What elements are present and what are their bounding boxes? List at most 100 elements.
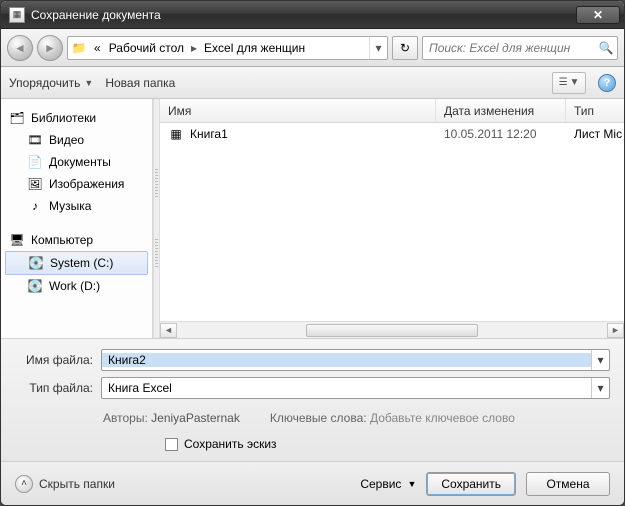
search-box[interactable]: 🔍 (422, 36, 618, 60)
sidebar-video[interactable]: 🎞 Видео (1, 129, 152, 151)
folder-icon: 📁 (68, 41, 90, 55)
back-button[interactable]: ◄ (7, 35, 33, 61)
sidebar-computer[interactable]: 🖥 Компьютер (1, 229, 152, 251)
service-label: Сервис (360, 477, 401, 491)
crumb-folder[interactable]: Excel для женщин (200, 41, 309, 55)
chevron-down-icon[interactable]: ▾ (591, 378, 609, 398)
images-icon: 🖼 (27, 176, 43, 192)
titlebar: ▦ Сохранение документа ✕ (1, 1, 624, 29)
filetype-label: Тип файла: (15, 381, 101, 395)
sidebar-label: Документы (49, 155, 111, 169)
app-icon: ▦ (9, 7, 25, 23)
keywords-value[interactable]: Добавьте ключевое слово (370, 411, 515, 425)
sidebar-label: Компьютер (31, 233, 93, 247)
sidebar-images[interactable]: 🖼 Изображения (1, 173, 152, 195)
organize-button[interactable]: Упорядочить ▼ (9, 76, 93, 90)
form-area: Имя файла: ▾ Тип файла: ▾ Авторы: Jeniya… (1, 338, 624, 461)
grip-icon (155, 239, 158, 269)
refresh-button[interactable]: ↻ (392, 36, 418, 60)
save-button[interactable]: Сохранить (426, 472, 516, 496)
view-icon: ☰ (559, 77, 568, 88)
thumbnail-checkbox[interactable] (165, 438, 178, 451)
filename-input[interactable] (102, 353, 591, 367)
thumbnail-label: Сохранить эскиз (184, 437, 277, 451)
sidebar: 🗂 Библиотеки 🎞 Видео 📄 Документы 🖼 Изобр… (1, 99, 153, 338)
computer-icon: 🖥 (9, 232, 25, 248)
toolbar: Упорядочить ▼ Новая папка ☰ ▼ ? (1, 67, 624, 99)
video-icon: 🎞 (27, 132, 43, 148)
sidebar-label: Изображения (49, 177, 124, 191)
scroll-left-button[interactable]: ◄ (160, 323, 177, 338)
chevron-down-icon[interactable]: ▾ (591, 350, 609, 370)
file-row[interactable]: ▦ Книга1 10.05.2011 12:20 Лист Mic (160, 123, 624, 145)
sidebar-label: Work (D:) (49, 279, 100, 293)
chevron-down-icon: ▼ (84, 78, 93, 88)
chevron-down-icon: ▼ (407, 479, 416, 489)
keywords-key: Ключевые слова: (270, 411, 367, 425)
scroll-right-button[interactable]: ► (607, 323, 624, 338)
col-type[interactable]: Тип (566, 99, 624, 122)
documents-icon: 📄 (27, 154, 43, 170)
filetype-combo[interactable]: ▾ (101, 377, 610, 399)
filename-label: Имя файла: (15, 353, 101, 367)
address-dropdown[interactable]: ▾ (369, 37, 387, 59)
chevron-up-icon: ˄ (15, 475, 33, 493)
file-area: Имя Дата изменения Тип ▦ Книга1 10.05.20… (160, 99, 624, 338)
search-icon: 🔍 (595, 41, 617, 55)
search-input[interactable] (423, 41, 595, 55)
grip-icon (155, 169, 158, 199)
crumb-sep-icon: ▸ (188, 41, 200, 55)
forward-button[interactable]: ► (37, 35, 63, 61)
sidebar-documents[interactable]: 📄 Документы (1, 151, 152, 173)
scroll-track[interactable] (177, 323, 607, 338)
file-date: 10.05.2011 12:20 (436, 127, 566, 141)
excel-file-icon: ▦ (168, 126, 184, 142)
close-button[interactable]: ✕ (576, 6, 620, 24)
crumb-desktop[interactable]: Рабочий стол (105, 41, 188, 55)
refresh-icon: ↻ (400, 41, 410, 55)
sidebar-label: Видео (49, 133, 84, 147)
filename-combo[interactable]: ▾ (101, 349, 610, 371)
sidebar-label: Библиотеки (31, 111, 96, 125)
horizontal-scrollbar[interactable]: ◄ ► (160, 321, 624, 338)
sidebar-systemc[interactable]: 💽 System (C:) (5, 251, 148, 275)
sidebar-workd[interactable]: 💽 Work (D:) (1, 275, 152, 297)
drive-icon: 💽 (27, 278, 43, 294)
forward-arrow-icon: ► (44, 41, 56, 55)
view-options-button[interactable]: ☰ ▼ (552, 72, 586, 94)
sidebar-libraries[interactable]: 🗂 Библиотеки (1, 107, 152, 129)
cancel-button[interactable]: Отмена (526, 472, 610, 496)
sidebar-music[interactable]: ♪ Музыка (1, 195, 152, 217)
libraries-icon: 🗂 (9, 110, 25, 126)
chevron-down-icon: ▼ (570, 77, 580, 88)
filetype-input[interactable] (102, 381, 591, 395)
sidebar-label: Музыка (49, 199, 91, 213)
save-dialog: ▦ Сохранение документа ✕ ◄ ► 📁 « Рабочий… (0, 0, 625, 506)
new-folder-button[interactable]: Новая папка (105, 76, 175, 90)
file-name: Книга1 (190, 127, 228, 141)
metadata-row: Авторы: JeniyaPasternak Ключевые слова: … (15, 405, 610, 435)
back-arrow-icon: ◄ (14, 41, 26, 55)
authors-value[interactable]: JeniyaPasternak (151, 411, 240, 425)
window-title: Сохранение документа (31, 8, 576, 22)
new-folder-label: Новая папка (105, 76, 175, 90)
service-button[interactable]: Сервис ▼ (360, 477, 416, 491)
col-date[interactable]: Дата изменения (436, 99, 566, 122)
scroll-thumb[interactable] (306, 324, 478, 337)
column-headers: Имя Дата изменения Тип (160, 99, 624, 123)
authors-key: Авторы: (103, 411, 148, 425)
body: 🗂 Библиотеки 🎞 Видео 📄 Документы 🖼 Изобр… (1, 99, 624, 338)
splitter[interactable] (153, 99, 160, 338)
file-type: Лист Mic (566, 127, 624, 141)
col-name[interactable]: Имя (160, 99, 436, 122)
address-bar[interactable]: 📁 « Рабочий стол ▸ Excel для женщин ▾ (67, 36, 388, 60)
sidebar-label: System (C:) (50, 256, 113, 270)
help-button[interactable]: ? (598, 74, 616, 92)
drive-icon: 💽 (28, 255, 44, 271)
file-list[interactable]: ▦ Книга1 10.05.2011 12:20 Лист Mic (160, 123, 624, 321)
footer: ˄ Скрыть папки Сервис ▼ Сохранить Отмена (1, 461, 624, 505)
navbar: ◄ ► 📁 « Рабочий стол ▸ Excel для женщин … (1, 29, 624, 67)
hide-folders-label: Скрыть папки (39, 477, 115, 491)
hide-folders-button[interactable]: ˄ Скрыть папки (15, 475, 115, 493)
crumb-prefix: « (90, 41, 105, 55)
